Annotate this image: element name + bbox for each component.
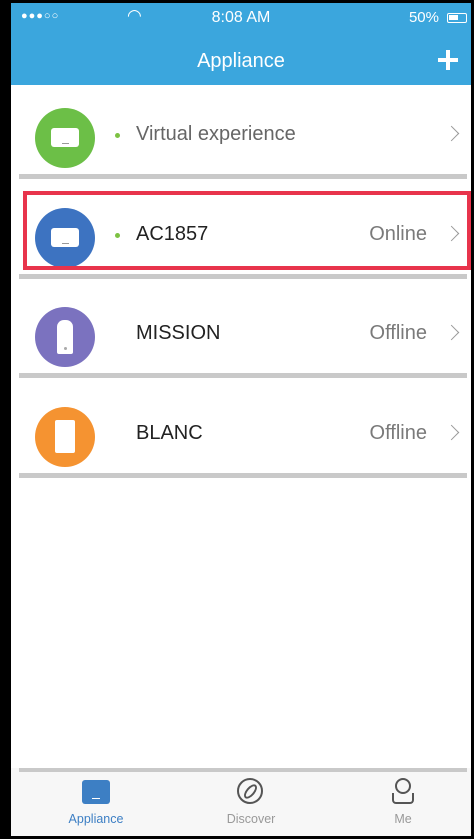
divider <box>19 373 467 378</box>
appliance-avatar <box>35 108 95 168</box>
appliance-name: AC1857 <box>136 223 209 245</box>
add-appliance-button[interactable] <box>435 47 461 73</box>
tab-label: Appliance <box>68 812 124 826</box>
appliance-status: Online <box>369 223 427 245</box>
appliance-avatar <box>35 407 95 467</box>
tab-bar: Appliance Discover Me <box>11 768 471 836</box>
tab-label: Me <box>394 812 412 826</box>
appliance-avatar <box>35 208 95 268</box>
tab-appliance[interactable]: Appliance <box>36 778 156 834</box>
appliance-row-ac1857[interactable]: AC1857 Online <box>11 185 471 279</box>
air-conditioner-icon <box>51 228 79 247</box>
appliance-status: Offline <box>369 322 427 344</box>
status-bar: ●●●○○ ◠ 8:08 AM 50% <box>11 3 471 33</box>
divider <box>19 768 467 772</box>
divider <box>19 274 467 279</box>
appliance-icon <box>82 780 110 804</box>
page-title: Appliance <box>197 50 285 72</box>
appliance-box-icon <box>55 420 75 453</box>
appliance-status: Offline <box>369 422 427 444</box>
status-dot <box>115 133 120 138</box>
appliance-name: BLANC <box>136 422 203 444</box>
appliance-row-mission[interactable]: MISSION Offline <box>11 284 471 378</box>
air-conditioner-icon <box>51 128 79 147</box>
chevron-right-icon <box>443 424 460 441</box>
dehumidifier-icon <box>57 320 73 354</box>
divider <box>19 174 467 179</box>
compass-icon <box>237 778 263 804</box>
tab-discover[interactable]: Discover <box>191 778 311 834</box>
battery-percent: 50% <box>408 9 439 26</box>
battery-icon <box>447 13 467 23</box>
appliance-row-virtual-experience[interactable]: Virtual experience <box>11 85 471 179</box>
appliance-row-blanc[interactable]: BLANC Offline <box>11 384 471 478</box>
tab-label: Discover <box>226 812 276 826</box>
chevron-right-icon <box>443 324 460 341</box>
chevron-right-icon <box>443 225 460 242</box>
status-dot <box>115 233 120 238</box>
tab-me[interactable]: Me <box>343 778 463 834</box>
appliance-name: Virtual experience <box>136 123 296 145</box>
person-icon <box>392 778 414 806</box>
status-time: 8:08 AM <box>211 9 271 26</box>
chevron-right-icon <box>443 125 460 142</box>
appliance-avatar <box>35 307 95 367</box>
divider <box>19 473 467 478</box>
app-header: ●●●○○ ◠ 8:08 AM 50% Appliance <box>11 3 471 85</box>
appliance-name: MISSION <box>136 322 221 344</box>
